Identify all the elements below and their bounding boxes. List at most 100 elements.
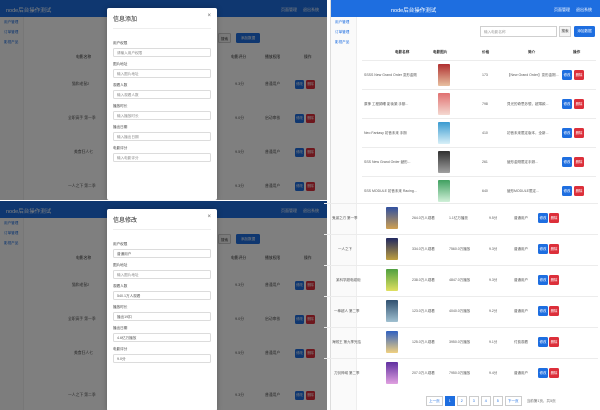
page-button-2[interactable]: 2 <box>456 396 467 406</box>
delete-button[interactable]: 删除 <box>549 275 559 285</box>
col-header-desc: 简介 <box>528 50 536 54</box>
movie-perm: 普通用户 <box>514 371 528 375</box>
movie-poster <box>386 300 398 322</box>
table-row: 海贼王 第九季完结 125.0万人观看 3950.0万播放 9.1分 付费观看 … <box>324 327 598 356</box>
movie-score: 9.5分 <box>489 216 498 220</box>
edit-button[interactable]: 修改 <box>538 275 548 285</box>
modal-title: 信息添加 <box>113 17 138 23</box>
delete-button[interactable]: 删除 <box>574 186 584 196</box>
product-price: 640 <box>482 189 488 193</box>
add-panel: node后台操作测试 页面管理 退出系统 用户管理 订单管理 影视产品 搜索 添… <box>0 0 327 200</box>
image-url-input[interactable]: 输入图片地址 <box>113 270 211 279</box>
user-permission-input[interactable]: 普通用户 <box>113 249 211 258</box>
edit-button[interactable]: 修改 <box>538 306 548 316</box>
page-button-1[interactable]: 1 <box>444 396 455 406</box>
col-header-op: 操作 <box>573 50 581 54</box>
delete-button[interactable]: 删除 <box>549 244 559 254</box>
field-label: 用户权限 <box>113 242 128 246</box>
delete-button[interactable]: 删除 <box>574 99 584 109</box>
search-button[interactable]: 搜索 <box>559 26 571 37</box>
add-data-button[interactable]: 添加数据 <box>574 26 595 37</box>
close-icon[interactable]: × <box>207 214 211 220</box>
duration-input[interactable]: 输入播放时长 <box>113 111 211 120</box>
product-name: Neo Fantasy 初音未來 手辦 <box>364 131 407 135</box>
rating-input[interactable]: 输入电影评分 <box>113 153 211 162</box>
edit-button[interactable]: 修改 <box>562 99 572 109</box>
list-content: 输入电影名称 搜索 添加数据 电影名称 电影图片 价格 简介 操作 SSSS N… <box>324 0 600 410</box>
delete-button[interactable]: 删除 <box>549 306 559 316</box>
product-name: 原神 工程師睡 影後樂 手辦... <box>364 102 409 106</box>
viewers-input[interactable]: 输入观看人数 <box>113 90 211 99</box>
movie-plays: 7560.0万播放 <box>449 247 471 251</box>
field-label: 图片地址 <box>113 62 128 66</box>
user-permission-input[interactable]: 请输入用户权限 <box>113 48 211 57</box>
next-page-button[interactable]: 下一页 <box>504 396 522 406</box>
air-date-input[interactable]: 输入播出日期 <box>113 132 211 141</box>
edit-panel: node后台操作测试 页面管理 退出系统 用户管理 订单管理 影视产品 搜索 添… <box>0 200 327 410</box>
edit-modal: 信息修改 × 用户权限 普通用户 图片地址 输入图片地址 观看人数 540.1万… <box>107 209 217 410</box>
product-price: 798 <box>482 102 488 106</box>
table-row: 一人之下 334.0万人观看 7560.0万播放 9.3分 普通用户 修改 删除 <box>324 234 598 263</box>
prev-page-button[interactable]: 上一页 <box>426 396 443 406</box>
edit-button[interactable]: 修改 <box>538 213 548 223</box>
delete-button[interactable]: 删除 <box>549 337 559 347</box>
delete-button[interactable]: 删除 <box>574 128 584 138</box>
duration-input[interactable]: 播出19扣 <box>113 312 211 321</box>
movie-score: 9.3分 <box>489 247 498 251</box>
edit-button[interactable]: 修改 <box>562 70 572 80</box>
search-input[interactable]: 输入电影名称 <box>480 26 557 37</box>
edit-button[interactable]: 修改 <box>538 244 548 254</box>
movie-perm: 普通用户 <box>514 278 528 282</box>
edit-button[interactable]: 修改 <box>538 337 548 347</box>
movie-views: 123.0万人观看 <box>412 309 435 313</box>
movie-name: 海贼王 第九季完结 <box>332 340 361 344</box>
viewers-input[interactable]: 540.1万人观看 <box>113 291 211 300</box>
field-label: 图片地址 <box>113 263 128 267</box>
movie-plays: 4040.0万播放 <box>449 309 471 313</box>
edit-button[interactable]: 修改 <box>562 186 572 196</box>
table-row: SSS MODULE 初音未來 Racing... 640 變形MODULE限定… <box>362 176 596 205</box>
movie-perm: 付费观看 <box>514 340 528 344</box>
page-button-5[interactable]: 5 <box>492 396 503 406</box>
movie-plays: 7950.0万播放 <box>449 371 471 375</box>
movie-poster <box>386 269 398 291</box>
page-button-3[interactable]: 3 <box>468 396 479 406</box>
movie-plays: 4847.0万播放 <box>449 278 471 282</box>
page-button-4[interactable]: 4 <box>480 396 491 406</box>
add-modal: 信息添加 × 用户权限 请输入用户权限 图片地址 输入图片地址 观看人数 输入观… <box>107 8 217 200</box>
edit-button[interactable]: 修改 <box>538 368 548 378</box>
close-icon[interactable]: × <box>207 13 211 19</box>
pagination: 上一页 1 2 3 4 5 下一页 当前第1页，共5页 <box>426 396 556 406</box>
air-date-input[interactable]: 4.6亿万播放 <box>113 333 211 342</box>
field-label: 播放时长 <box>113 305 128 309</box>
page-info: 当前第1页，共5页 <box>526 398 556 403</box>
col-header-image: 电影图片 <box>433 50 448 54</box>
delete-button[interactable]: 删除 <box>574 157 584 167</box>
table-row: 某科学超电磁炮 238.0万人观看 4847.0万播放 9.3分 普通用户 修改… <box>324 265 598 294</box>
product-desc: 變形金剛限定手辦... <box>507 160 538 164</box>
product-name: SSS MODULE 初音未來 Racing... <box>364 189 417 193</box>
product-name: SSSS New Grand Order 变形金刚 <box>364 73 417 77</box>
movie-name: 某科学超电磁炮 <box>336 278 361 282</box>
rating-input[interactable]: 9.0分 <box>113 354 211 363</box>
field-label: 观看人数 <box>113 83 128 87</box>
product-desc: 初音未來限定版本，全新... <box>507 131 549 135</box>
edit-button[interactable]: 修改 <box>562 128 572 138</box>
product-price: 173 <box>482 73 488 77</box>
movie-poster <box>386 238 398 260</box>
field-label: 电影评分 <box>113 146 128 150</box>
delete-button[interactable]: 删除 <box>549 213 559 223</box>
delete-button[interactable]: 删除 <box>574 70 584 80</box>
edit-button[interactable]: 修改 <box>562 157 572 167</box>
field-label: 电影评分 <box>113 347 128 351</box>
movie-score: 9.1分 <box>489 340 498 344</box>
movie-name: 鬼滅之刃 第一季 <box>332 216 358 220</box>
product-price: 261 <box>482 160 488 164</box>
movie-plays: 3950.0万播放 <box>449 340 471 344</box>
delete-button[interactable]: 删除 <box>549 368 559 378</box>
product-price: 410 <box>482 131 488 135</box>
movie-views: 334.0万人观看 <box>412 247 435 251</box>
movie-perm: 普通用户 <box>514 216 528 220</box>
field-label: 用户权限 <box>113 41 128 45</box>
image-url-input[interactable]: 输入图片地址 <box>113 69 211 78</box>
